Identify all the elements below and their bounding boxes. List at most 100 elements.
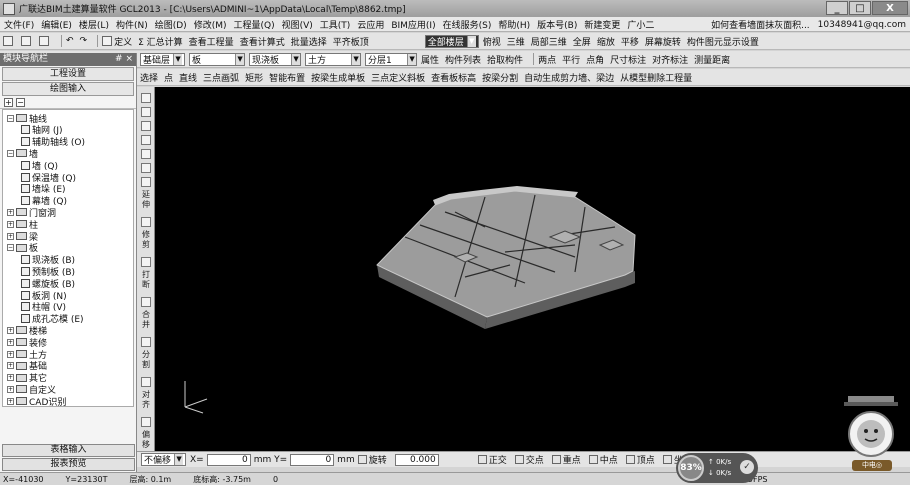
tool-icon[interactable] [141,107,151,117]
tool-icon[interactable] [141,149,151,159]
select-tool-button[interactable]: 选择 [140,71,158,84]
open-file-button[interactable] [21,36,33,46]
category-select[interactable]: 板 ▼ [189,52,246,66]
display-settings-button[interactable]: 构件图元显示设置 [687,35,759,48]
type-select[interactable]: 现浇板 ▼ [249,52,302,66]
tree-item[interactable]: 螺旋板 (B) [21,278,75,290]
expand-icon[interactable]: + [7,374,14,382]
side-tool-label[interactable]: 合并 [140,310,152,330]
tree-category[interactable]: + 其它 [7,373,47,384]
tool-icon[interactable] [141,93,151,103]
zoom-button[interactable]: 缩放 [597,35,615,48]
tree-item[interactable]: 成孔芯模 (E) [21,314,84,325]
measure-distance-button[interactable]: 测量距离 [694,53,730,66]
report-preview-button[interactable]: 报表预览 [2,458,135,471]
snap-intersection[interactable]: 交点 [514,453,544,466]
dimension-button[interactable]: 尺寸标注 [610,53,646,66]
trim-icon[interactable] [141,217,151,227]
remove-quantity-button[interactable]: 从模型删除工程量 [620,71,692,84]
y-coord-input[interactable]: 0 [290,453,335,466]
menu-draw[interactable]: 绘图(D) [155,18,187,31]
merge-icon[interactable] [141,297,151,307]
menu-online[interactable]: 在线服务(S) [443,18,492,31]
align-slab-top-button[interactable]: 平齐板顶 [333,35,369,48]
collapse-icon[interactable]: − [7,114,14,122]
expand-icon[interactable]: + [7,397,14,405]
tree-item[interactable]: 柱帽 (V) [21,302,66,313]
top-view-button[interactable]: 俯视 [483,35,501,48]
side-tool-label[interactable]: 分割 [140,350,152,370]
collapse-icon[interactable]: − [7,149,14,157]
table-input-button[interactable]: 表格输入 [2,444,135,457]
tree-item[interactable]: 轴网 (J) [21,125,63,136]
3d-viewport[interactable]: 延伸 修剪 打断 合并 分割 对齐 偏移 [137,87,910,451]
fullscreen-button[interactable]: 全屏 [573,35,591,48]
collapse-icon[interactable]: − [7,244,14,252]
menu-view[interactable]: 视图(V) [282,18,313,31]
menu-cloud[interactable]: 云应用 [357,18,384,31]
menu-assistant[interactable]: 广小二 [627,18,654,31]
auto-generate-button[interactable]: 自动生成剪力墙、梁边 [524,71,614,84]
maximize-button[interactable]: □ [849,1,871,15]
pin-icon[interactable]: # × [115,53,133,66]
mascot-label[interactable]: 中电◎ [852,460,892,471]
floor-scope-select[interactable]: 全部楼层 ▼ [424,34,479,48]
align-dimension-button[interactable]: 对齐标注 [652,53,688,66]
x-coord-input[interactable]: 0 [206,453,251,466]
offset-select[interactable]: 不偏移 ▼ [141,453,187,466]
menu-new-change[interactable]: 新建变更 [584,18,620,31]
menu-modify[interactable]: 修改(M) [194,18,227,31]
material-select[interactable]: 土方 ▼ [305,52,362,66]
tree-category[interactable]: + CAD识别 [7,396,66,406]
snap-orthogonal[interactable]: 正交 [477,453,507,466]
tool-icon[interactable] [141,135,151,145]
expand-icon[interactable]: + [7,220,14,228]
expand-icon[interactable]: + [7,338,14,346]
tree-category[interactable]: + 土方 [7,349,47,361]
pick-component-button[interactable]: 拾取构件 [487,53,523,66]
project-settings-button[interactable]: 工程设置 [2,67,134,81]
extend-icon[interactable] [141,177,151,187]
snap-midpoint[interactable]: 中点 [588,453,618,466]
split-icon[interactable] [141,257,151,267]
side-tool-label[interactable]: 修剪 [140,230,152,250]
menu-floor[interactable]: 楼层(L) [79,18,109,31]
layer-select[interactable]: 分层1 ▼ [365,52,418,66]
floor-select[interactable]: 基础层 ▼ [140,52,186,66]
help-hint-link[interactable]: 如何查看墙面抹灰面积... [711,18,810,31]
tree-item[interactable]: 墙垛 (E) [21,184,66,195]
side-tool-label[interactable]: 偏移 [140,430,152,450]
tree-item[interactable]: 现浇板 (B) [21,255,75,266]
beam-slab-button[interactable]: 按梁生成单板 [311,71,365,84]
speedup-icon[interactable]: ✓ [740,460,754,474]
tree-item[interactable]: 板洞 (N) [21,290,67,302]
3d-view-button[interactable]: 三维 [507,35,525,48]
point-tool-button[interactable]: 点 [164,71,173,84]
tree-item[interactable]: 幕墙 (Q) [21,196,67,207]
tree-category[interactable]: + 门窗洞 [7,207,56,219]
calculate-button[interactable]: Σ 汇总计算 [138,35,183,48]
slab-elevation-button[interactable]: 查看板标高 [431,71,476,84]
pan-button[interactable]: 平移 [621,35,639,48]
local-3d-button[interactable]: 局部三维 [531,35,567,48]
undo-button[interactable]: ↶ [66,36,74,46]
tree-category[interactable]: + 柱 [7,219,38,231]
point-angle-button[interactable]: 点角 [586,53,604,66]
parallel-button[interactable]: 平行 [562,53,580,66]
performance-widget[interactable]: 83% ↑ 0K/s ↓ 0K/s ✓ [676,453,758,483]
sloped-slab-button[interactable]: 三点定义斜板 [371,71,425,84]
view-formula-button[interactable]: 查看计算式 [240,35,285,48]
new-file-button[interactable] [3,36,15,46]
properties-button[interactable]: 属性 [421,53,439,66]
rotate-input[interactable]: 0.000 [394,453,439,466]
tool-icon[interactable] [141,163,151,173]
expand-icon[interactable]: + [7,232,14,240]
beam-split-button[interactable]: 按梁分割 [482,71,518,84]
save-button[interactable] [39,36,51,46]
smart-layout-button[interactable]: 智能布置 [269,71,305,84]
redo-button[interactable]: ↷ [80,36,88,46]
expand-all-icon[interactable]: + [4,98,13,107]
tree-category[interactable]: + 梁 [7,231,38,243]
rectangle-tool-button[interactable]: 矩形 [245,71,263,84]
tree-category[interactable]: + 装修 [7,337,47,349]
